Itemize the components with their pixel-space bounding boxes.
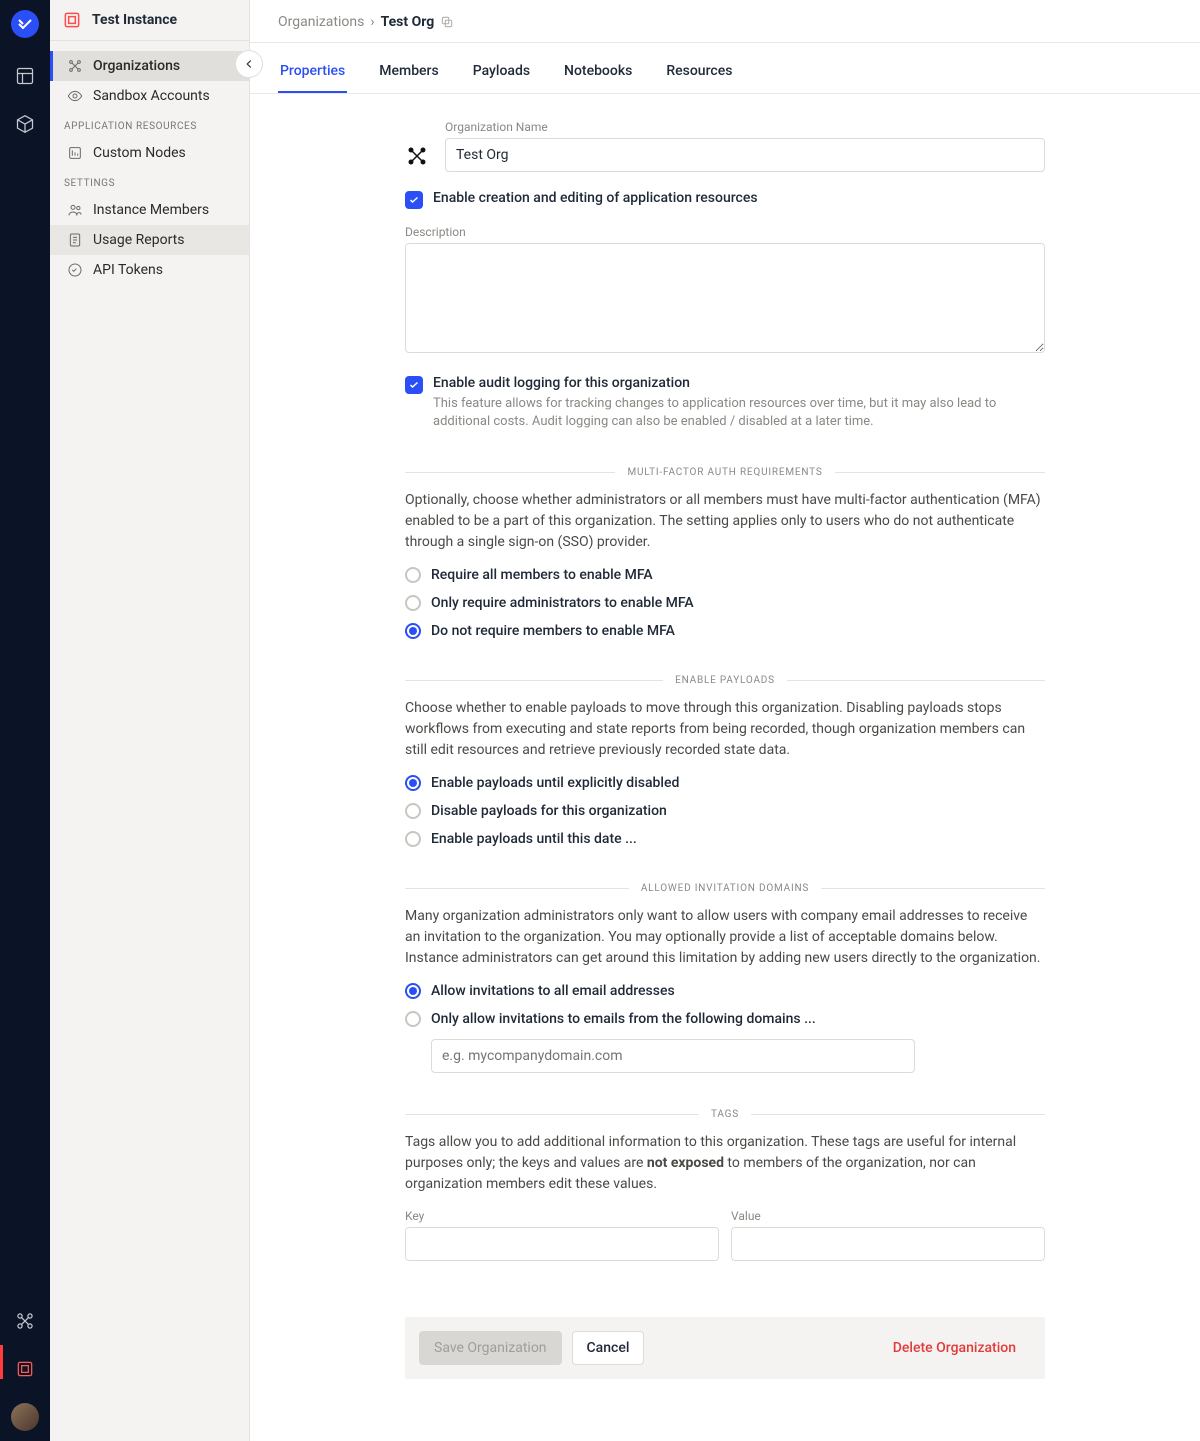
domains-section-title: ALLOWED INVITATION DOMAINS <box>629 883 821 894</box>
cancel-button[interactable]: Cancel <box>572 1331 645 1365</box>
sidebar-item-label: Instance Members <box>93 202 209 218</box>
radio-icon <box>405 831 421 847</box>
delete-button[interactable]: Delete Organization <box>878 1331 1031 1365</box>
token-icon <box>67 262 83 278</box>
report-icon <box>67 232 83 248</box>
domains-option-restrict[interactable]: Only allow invitations to emails from th… <box>405 1011 1045 1027</box>
sidebar-item-label: Custom Nodes <box>93 145 186 161</box>
tab-properties[interactable]: Properties <box>278 49 347 93</box>
payloads-option-until-date[interactable]: Enable payloads until this date ... <box>405 831 1045 847</box>
sidebar-item-usage-reports[interactable]: Usage Reports <box>50 225 249 255</box>
sidebar: Test Instance Organizations Sandbox Acco… <box>50 0 250 1441</box>
rail-instance-icon[interactable] <box>9 1353 41 1385</box>
audit-logging-checkbox[interactable] <box>405 376 423 394</box>
radio-icon <box>405 595 421 611</box>
tab-resources[interactable]: Resources <box>664 49 734 93</box>
sidebar-item-label: Sandbox Accounts <box>93 88 210 104</box>
tags-section-desc: Tags allow you to add additional informa… <box>405 1132 1045 1195</box>
eye-icon <box>67 88 83 104</box>
radio-icon <box>405 775 421 791</box>
mfa-section-title: MULTI-FACTOR AUTH REQUIREMENTS <box>615 467 834 478</box>
enable-creation-checkbox[interactable] <box>405 191 423 209</box>
tag-value-label: Value <box>731 1209 1045 1223</box>
radio-icon <box>405 567 421 583</box>
rail-active-indicator <box>0 1345 3 1379</box>
breadcrumb-current: Test Org <box>381 14 435 30</box>
mfa-option-none[interactable]: Do not require members to enable MFA <box>405 623 1045 639</box>
sidebar-item-sandbox[interactable]: Sandbox Accounts <box>50 81 249 111</box>
org-name-input[interactable] <box>445 138 1045 172</box>
save-button: Save Organization <box>419 1331 562 1365</box>
sidebar-item-custom-nodes[interactable]: Custom Nodes <box>50 138 249 168</box>
tab-notebooks[interactable]: Notebooks <box>562 49 634 93</box>
app-logo-icon[interactable] <box>11 10 39 38</box>
domains-option-all[interactable]: Allow invitations to all email addresses <box>405 983 1045 999</box>
breadcrumb-root[interactable]: Organizations <box>278 14 364 30</box>
payloads-option-enable[interactable]: Enable payloads until explicitly disable… <box>405 775 1045 791</box>
sidebar-item-api-tokens[interactable]: API Tokens <box>50 255 249 285</box>
sidebar-section-app-resources: APPLICATION RESOURCES <box>50 111 249 138</box>
chevron-right-icon: › <box>370 14 374 30</box>
radio-icon <box>405 803 421 819</box>
tag-key-input[interactable] <box>405 1227 719 1261</box>
radio-icon <box>405 983 421 999</box>
tabs: Properties Members Payloads Notebooks Re… <box>250 49 1200 94</box>
radio-icon <box>405 623 421 639</box>
org-name-label: Organization Name <box>445 120 1045 134</box>
collapse-sidebar-button[interactable] <box>235 50 263 78</box>
instance-name: Test Instance <box>92 12 177 28</box>
nav-rail <box>0 0 50 1441</box>
payloads-section-title: ENABLE PAYLOADS <box>663 675 787 686</box>
description-input[interactable] <box>405 243 1045 353</box>
enable-creation-label: Enable creation and editing of applicati… <box>433 190 758 206</box>
sidebar-item-organizations[interactable]: Organizations <box>50 51 249 81</box>
mfa-option-all[interactable]: Require all members to enable MFA <box>405 567 1045 583</box>
audit-logging-label: Enable audit logging for this organizati… <box>433 375 1045 391</box>
tab-payloads[interactable]: Payloads <box>471 49 532 93</box>
tags-section-title: TAGS <box>699 1109 751 1120</box>
tag-key-label: Key <box>405 1209 719 1223</box>
mfa-section-desc: Optionally, choose whether administrator… <box>405 490 1045 553</box>
audit-logging-help: This feature allows for tracking changes… <box>433 395 1045 431</box>
rail-package-icon[interactable] <box>9 108 41 140</box>
node-icon <box>67 145 83 161</box>
instance-icon <box>62 10 82 30</box>
tag-value-input[interactable] <box>731 1227 1045 1261</box>
sidebar-section-settings: SETTINGS <box>50 168 249 195</box>
form-footer: Save Organization Cancel Delete Organiza… <box>405 1317 1045 1379</box>
sidebar-item-label: API Tokens <box>93 262 163 278</box>
radio-icon <box>405 1011 421 1027</box>
organization-icon <box>405 144 429 168</box>
sidebar-item-label: Organizations <box>93 58 180 74</box>
sidebar-item-label: Usage Reports <box>93 232 184 248</box>
mfa-option-admins[interactable]: Only require administrators to enable MF… <box>405 595 1045 611</box>
breadcrumb: Organizations › Test Org <box>250 0 1200 43</box>
sidebar-item-instance-members[interactable]: Instance Members <box>50 195 249 225</box>
domain-input <box>431 1039 915 1073</box>
tab-members[interactable]: Members <box>377 49 440 93</box>
sidebar-header: Test Instance <box>50 0 249 41</box>
rail-dashboard-icon[interactable] <box>9 60 41 92</box>
domains-section-desc: Many organization administrators only wa… <box>405 906 1045 969</box>
rail-network-icon[interactable] <box>9 1305 41 1337</box>
payloads-option-disable[interactable]: Disable payloads for this organization <box>405 803 1045 819</box>
network-icon <box>67 58 83 74</box>
description-label: Description <box>405 225 1045 239</box>
main-panel: Organizations › Test Org Properties Memb… <box>250 0 1200 1441</box>
members-icon <box>67 202 83 218</box>
payloads-section-desc: Choose whether to enable payloads to mov… <box>405 698 1045 761</box>
form: Organization Name Enable creation and ed… <box>405 120 1045 1421</box>
copy-icon[interactable] <box>440 15 454 29</box>
avatar[interactable] <box>11 1403 39 1431</box>
